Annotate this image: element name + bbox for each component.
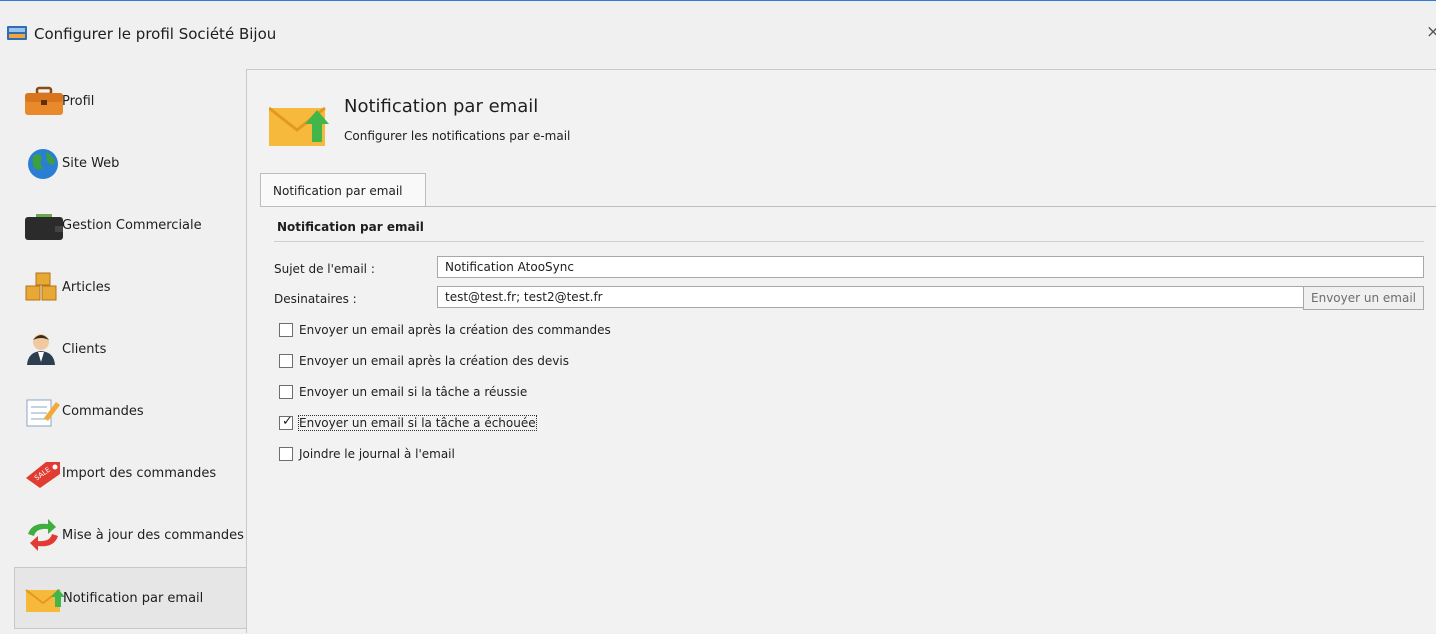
checkbox-label: Envoyer un email après la création des c… bbox=[299, 323, 611, 337]
refresh-arrows-icon bbox=[28, 519, 58, 551]
sidebar-item-label: Commandes bbox=[62, 404, 144, 419]
checkbox-box[interactable]: ✓ bbox=[279, 414, 293, 430]
checkbox-label: Envoyer un email si la tâche a échouée bbox=[298, 415, 537, 431]
email-notification-icon bbox=[25, 589, 65, 612]
subject-input[interactable]: Notification AtooSync bbox=[437, 256, 1424, 278]
order-sheet-icon bbox=[26, 399, 60, 427]
sidebar-item-label: Clients bbox=[62, 342, 107, 357]
checkbox-box[interactable] bbox=[279, 354, 293, 368]
title-bar: Configurer le profil Société Bijou × bbox=[0, 1, 1436, 49]
sidebar-nav: Profil Site Web Gestion Commerciale Arti… bbox=[0, 69, 248, 633]
section-title: Notification par email bbox=[277, 220, 424, 234]
window-title: Configurer le profil Société Bijou bbox=[34, 25, 277, 43]
globe-icon bbox=[28, 149, 58, 179]
subject-label: Sujet de l'email : bbox=[274, 262, 375, 276]
sidebar-item-clients[interactable]: Clients bbox=[14, 319, 248, 381]
sidebar-item-profil[interactable]: Profil bbox=[14, 71, 248, 133]
sidebar-item-import-commandes[interactable]: SALE Import des commandes bbox=[14, 443, 248, 505]
sidebar-item-articles[interactable]: Articles bbox=[14, 257, 248, 319]
page-title: Notification par email bbox=[344, 96, 539, 117]
sidebar-item-label: Notification par email bbox=[63, 591, 204, 606]
sidebar-item-notification-email[interactable]: Notification par email bbox=[14, 567, 248, 629]
settings-panel: Notification par email Configurer les no… bbox=[246, 69, 1436, 633]
recipients-input[interactable]: test@test.fr; test2@test.fr bbox=[437, 286, 1304, 308]
checkbox-email-after-orders[interactable]: Envoyer un email après la création des c… bbox=[279, 323, 619, 341]
checkbox-label: Envoyer un email si la tâche a réussie bbox=[299, 385, 528, 399]
checkbox-attach-log[interactable]: Joindre le journal à l'email bbox=[279, 447, 479, 465]
sidebar-item-label: Site Web bbox=[62, 156, 120, 171]
tab-label: Notification par email bbox=[273, 184, 403, 198]
checkbox-label: Joindre le journal à l'email bbox=[299, 447, 455, 461]
sale-tag-icon: SALE bbox=[26, 462, 60, 488]
checkbox-email-after-quotes[interactable]: Envoyer un email après la création des d… bbox=[279, 354, 579, 372]
close-icon[interactable]: × bbox=[1426, 22, 1436, 42]
boxes-icon bbox=[25, 272, 57, 301]
wallet-icon bbox=[25, 214, 63, 240]
tab-panel: Notification par email Sujet de l'email … bbox=[260, 206, 1436, 634]
sidebar-item-site-web[interactable]: Site Web bbox=[14, 133, 248, 195]
sidebar-item-label: Import des commandes bbox=[62, 466, 217, 481]
tab-notification-email[interactable]: Notification par email bbox=[260, 173, 426, 207]
email-notification-icon bbox=[269, 106, 329, 146]
section-divider bbox=[274, 241, 1424, 242]
checkbox-box[interactable] bbox=[279, 385, 293, 399]
app-logo-icon bbox=[7, 26, 27, 40]
sidebar-item-mise-a-jour-commandes[interactable]: Mise à jour des commandes bbox=[14, 505, 248, 567]
user-icon bbox=[27, 334, 55, 365]
sidebar-item-gestion-commerciale[interactable]: Gestion Commerciale bbox=[14, 195, 248, 257]
recipients-label: Desinataires : bbox=[274, 292, 357, 306]
checkbox-box[interactable] bbox=[279, 323, 293, 337]
sidebar-item-label: Profil bbox=[62, 94, 95, 109]
checkbox-email-task-success[interactable]: Envoyer un email si la tâche a réussie bbox=[279, 385, 539, 403]
checkbox-box[interactable] bbox=[279, 447, 293, 461]
send-email-button[interactable]: Envoyer un email bbox=[1303, 286, 1424, 310]
checkmark-icon: ✓ bbox=[282, 414, 293, 429]
checkbox-label: Envoyer un email après la création des d… bbox=[299, 354, 569, 368]
sidebar-item-label: Articles bbox=[62, 280, 111, 295]
sidebar-item-label: Mise à jour des commandes bbox=[62, 528, 244, 543]
checkbox-email-task-failed[interactable]: ✓ Envoyer un email si la tâche a échouée bbox=[279, 414, 549, 434]
sidebar-item-label: Gestion Commerciale bbox=[62, 218, 202, 233]
sidebar-item-commandes[interactable]: Commandes bbox=[14, 381, 248, 443]
briefcase-icon bbox=[25, 86, 63, 115]
page-subtitle: Configurer les notifications par e-mail bbox=[344, 129, 571, 143]
